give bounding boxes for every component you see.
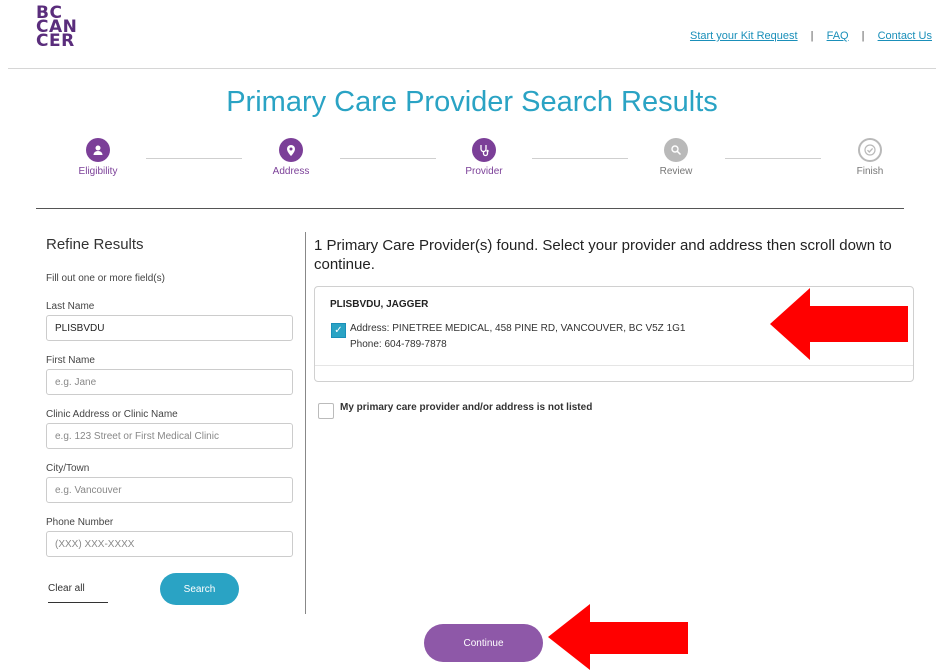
step-finish: Finish <box>830 138 910 177</box>
contact-us-link[interactable]: Contact Us <box>878 30 932 42</box>
stepper-connector <box>532 158 628 159</box>
step-label: Address <box>272 166 310 177</box>
refine-results-panel: Refine Results Fill out one or more fiel… <box>46 236 296 613</box>
nav-separator: | <box>810 30 814 42</box>
last-name-input[interactable] <box>46 315 293 341</box>
section-divider <box>36 208 904 209</box>
step-address: Address <box>251 138 331 177</box>
not-listed-label: My primary care provider and/or address … <box>318 402 592 413</box>
clear-all-link[interactable]: Clear all <box>48 583 108 603</box>
top-nav: Start your Kit Request | FAQ | Contact U… <box>690 30 932 42</box>
clinic-label: Clinic Address or Clinic Name <box>46 409 178 420</box>
magnifier-icon <box>664 138 688 162</box>
stepper-connector <box>146 158 242 159</box>
not-listed-text: My primary care provider and/or address … <box>340 402 593 413</box>
results-count-text: 1 Primary Care Provider(s) found. Select… <box>314 237 892 273</box>
provider-phone: Phone: 604-789-7878 <box>350 339 447 350</box>
person-icon <box>86 138 110 162</box>
search-button[interactable]: Search <box>160 573 239 605</box>
step-eligibility: Eligibility <box>58 138 138 177</box>
refine-title: Refine Results <box>46 236 144 253</box>
faq-link[interactable]: FAQ <box>827 30 849 42</box>
provider-address-checkbox[interactable]: ✓ <box>331 323 346 338</box>
header-divider <box>8 68 936 69</box>
red-arrow-annotation <box>770 288 908 360</box>
red-arrow-annotation <box>548 604 688 670</box>
first-name-label: First Name <box>46 355 95 366</box>
stepper-connector <box>725 158 821 159</box>
provider-address: Address: PINETREE MEDICAL, 458 PINE RD, … <box>350 323 686 334</box>
phone-label: Phone Number <box>46 517 114 528</box>
provider-name: PLISBVDU, JAGGER <box>330 299 429 310</box>
step-label: Provider <box>465 166 503 177</box>
refine-actions: Clear all Search <box>46 573 296 613</box>
clinic-input[interactable] <box>46 423 293 449</box>
column-divider <box>305 232 306 614</box>
first-name-input[interactable] <box>46 369 293 395</box>
step-label: Finish <box>856 166 884 177</box>
step-review: Review <box>636 138 716 177</box>
nav-separator: | <box>861 30 865 42</box>
check-circle-icon <box>858 138 882 162</box>
city-label: City/Town <box>46 463 90 474</box>
stepper-connector <box>340 158 436 159</box>
location-pin-icon <box>279 138 303 162</box>
progress-stepper: Eligibility Address Provider Review Fini… <box>0 138 944 188</box>
logo-line-3: CER <box>36 31 75 51</box>
page-title: Primary Care Provider Search Results <box>226 86 718 118</box>
step-label: Review <box>659 166 693 177</box>
continue-button[interactable]: Continue <box>424 624 543 662</box>
phone-input[interactable] <box>46 531 293 557</box>
last-name-label: Last Name <box>46 301 95 312</box>
city-input[interactable] <box>46 477 293 503</box>
step-label: Eligibility <box>78 166 118 177</box>
stethoscope-icon <box>472 138 496 162</box>
bc-cancer-logo[interactable]: BC CAN CER <box>36 5 77 51</box>
refine-hint: Fill out one or more field(s) <box>46 273 165 284</box>
start-kit-request-link[interactable]: Start your Kit Request <box>690 30 798 42</box>
step-provider: Provider <box>444 138 524 177</box>
